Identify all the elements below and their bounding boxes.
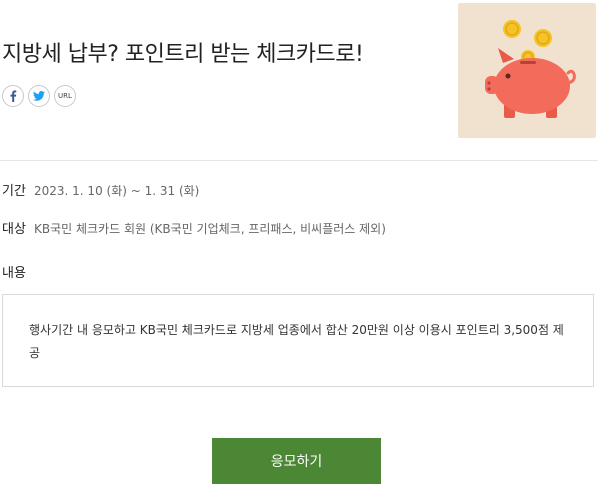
facebook-icon: [10, 90, 17, 102]
facebook-share-button[interactable]: [2, 85, 24, 107]
content-label: 내용: [2, 266, 26, 281]
period-value: 2023. 1. 10 (화) ~ 1. 31 (화): [34, 184, 200, 198]
twitter-share-button[interactable]: [28, 85, 50, 107]
event-title: 지방세 납부? 포인트리 받는 체크카드로!: [2, 42, 364, 67]
url-copy-button[interactable]: URL: [54, 85, 76, 107]
share-buttons: URL: [2, 85, 76, 107]
content-text: 행사기간 내 응모하고 KB국민 체크카드로 지방세 업종에서 합산 20만원 …: [29, 323, 564, 360]
target-label: 대상: [2, 222, 26, 237]
piggy-bank-with-coins-icon: [485, 20, 576, 118]
twitter-icon: [33, 91, 45, 101]
period-label: 기간: [2, 184, 26, 199]
target-row: 대상 KB국민 체크카드 회원 (KB국민 기업체크, 프리패스, 비씨플러스 …: [2, 218, 386, 237]
period-row: 기간 2023. 1. 10 (화) ~ 1. 31 (화): [2, 180, 199, 199]
event-thumbnail: [458, 3, 596, 138]
content-box: 행사기간 내 응모하고 KB국민 체크카드로 지방세 업종에서 합산 20만원 …: [2, 294, 594, 387]
target-value: KB국민 체크카드 회원 (KB국민 기업체크, 프리패스, 비씨플러스 제외): [34, 222, 386, 236]
apply-button[interactable]: 응모하기: [212, 438, 381, 484]
divider: [0, 160, 598, 161]
url-label: URL: [58, 92, 72, 100]
